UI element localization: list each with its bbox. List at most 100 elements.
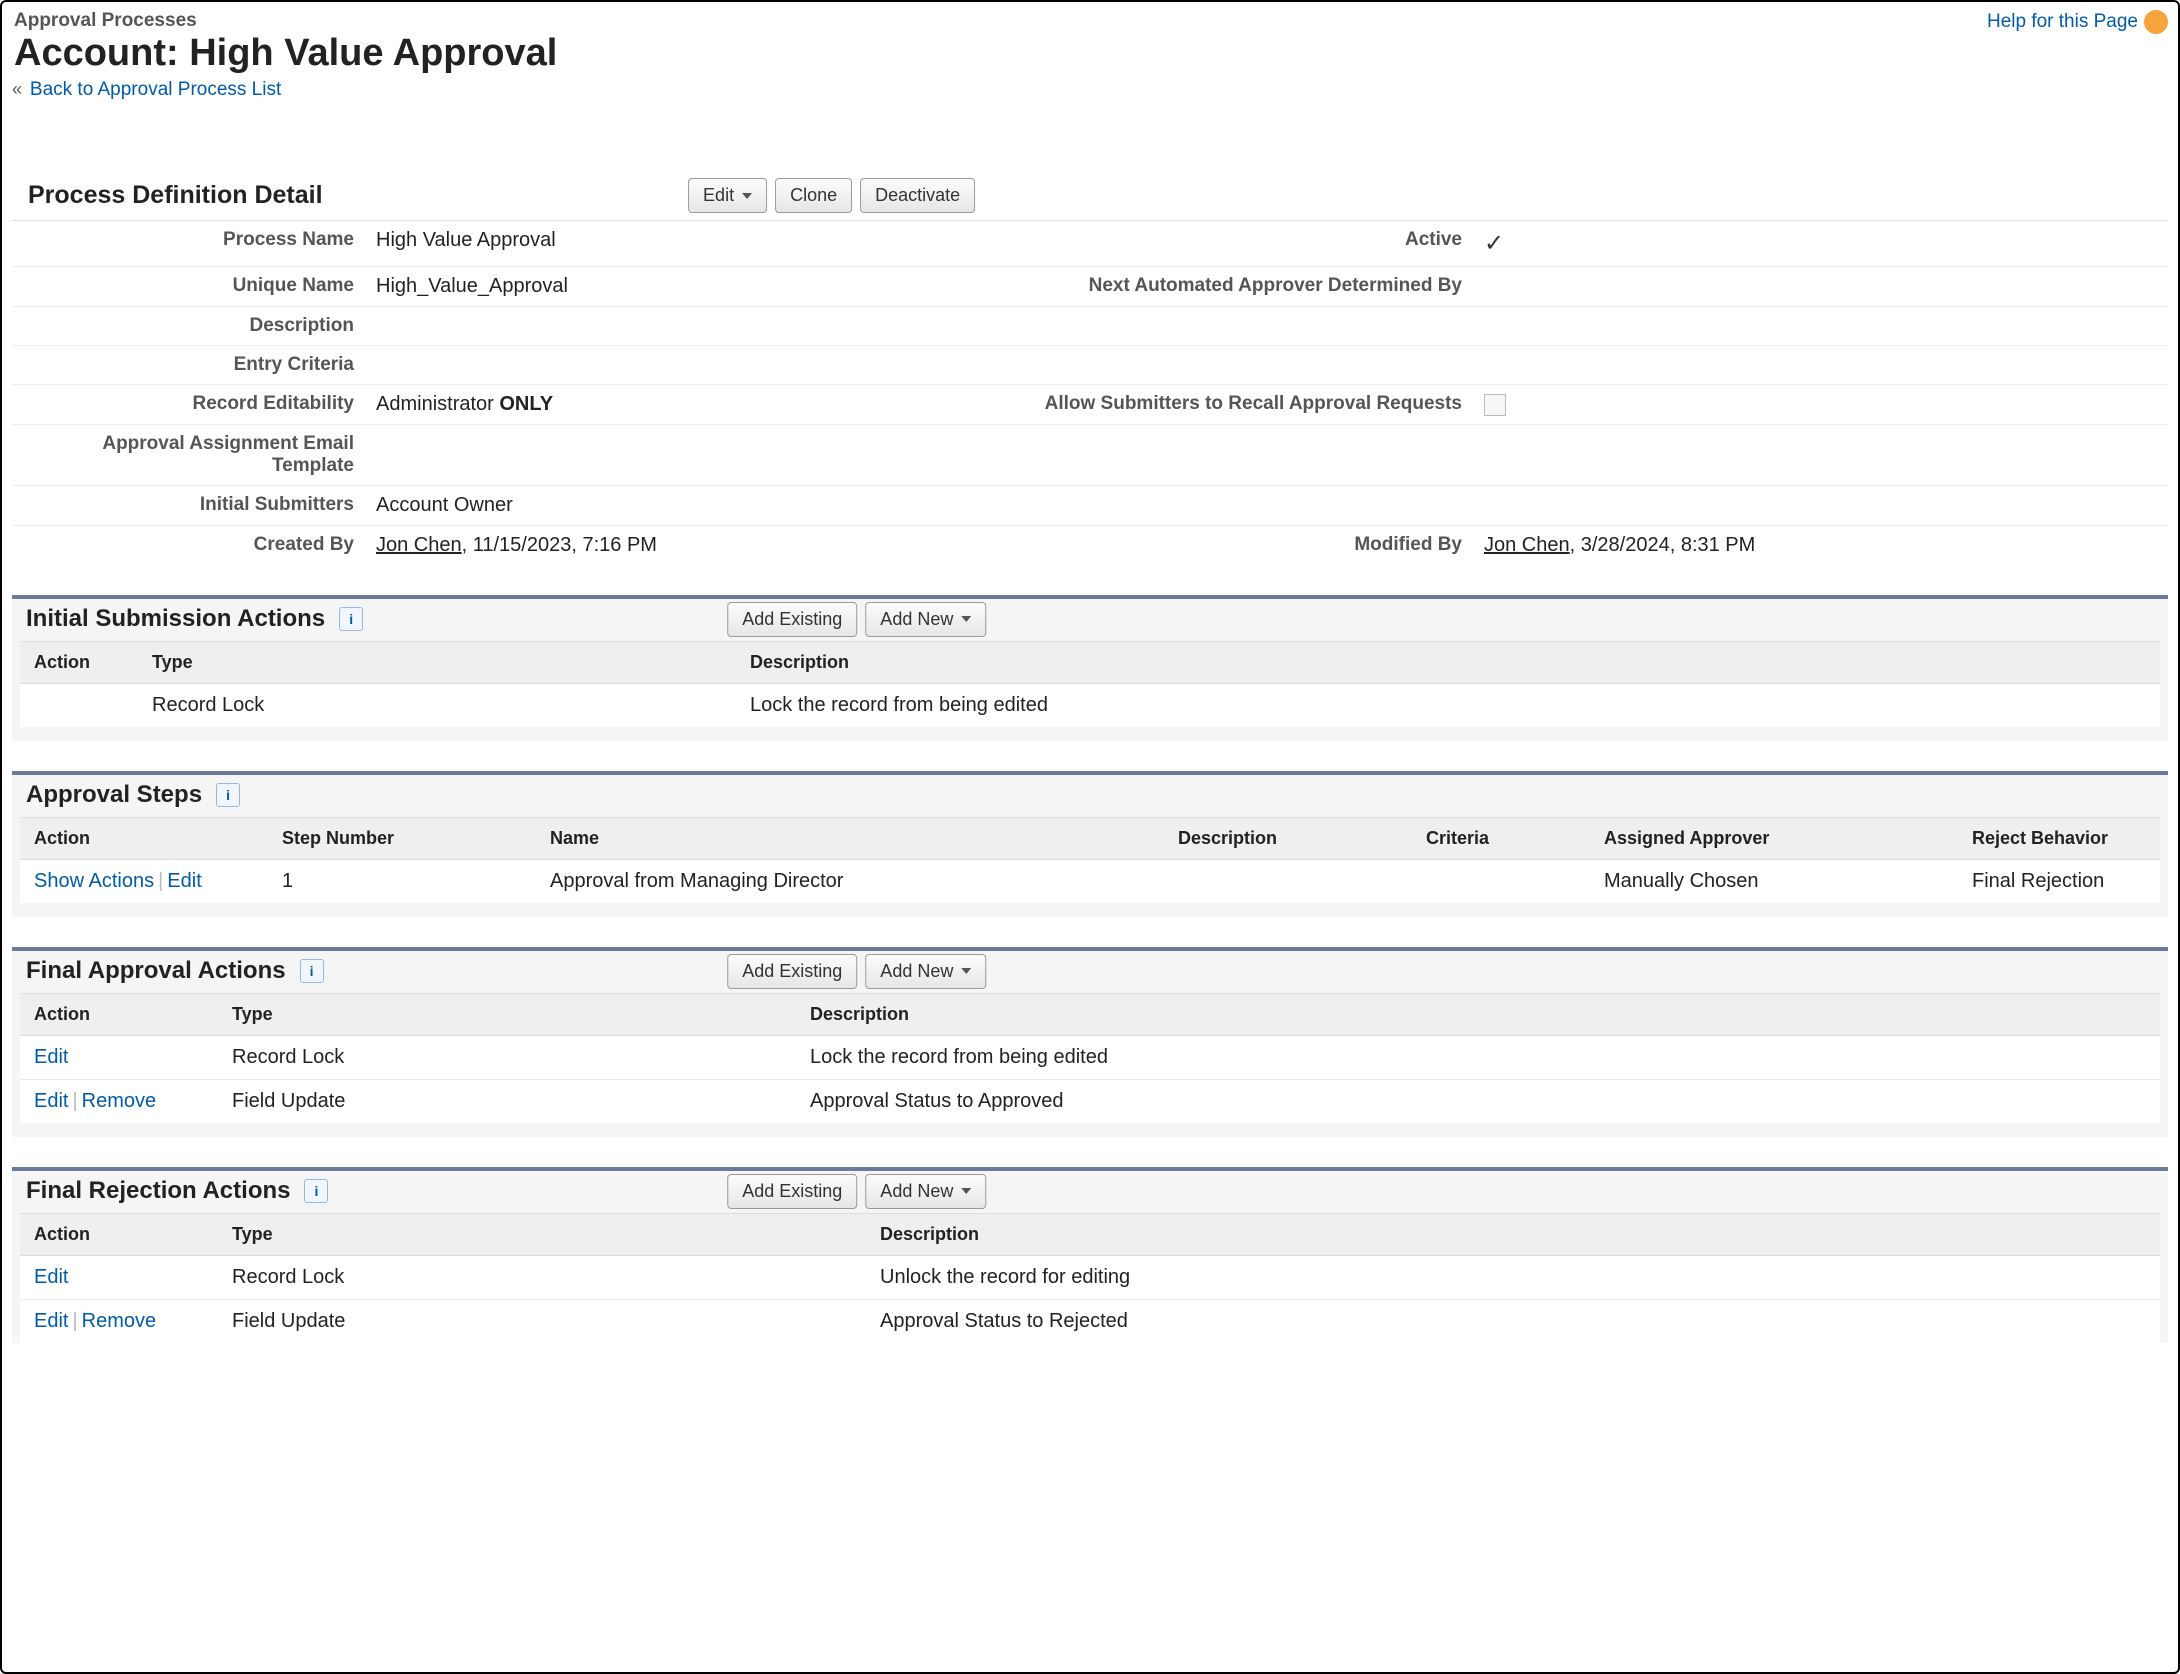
info-icon[interactable]: i [300, 959, 324, 983]
section-title-approval-steps: Approval Steps [26, 781, 202, 809]
cell-action: Edit|Remove [20, 1300, 218, 1344]
back-link[interactable]: Back to Approval Process List [26, 79, 281, 100]
deactivate-button[interactable]: Deactivate [860, 178, 975, 213]
table-row: Edit|Remove Field Update Approval Status… [20, 1080, 2160, 1124]
checkbox-unchecked-icon [1484, 394, 1506, 416]
caret-down-icon [961, 616, 971, 622]
edit-link[interactable]: Edit [34, 1310, 68, 1332]
col-assigned: Assigned Approver [1590, 818, 1958, 860]
edit-button[interactable]: Edit [688, 178, 767, 213]
cell-action: Edit [20, 1036, 218, 1080]
edit-link[interactable]: Edit [167, 870, 201, 892]
value-entry-criteria [372, 346, 2168, 384]
table-initial-submission: Action Type Description Record Lock Lock… [20, 641, 2160, 727]
value-initial-submitters: Account Owner [372, 486, 2168, 525]
cell-name: Approval from Managing Director [536, 860, 1164, 904]
col-action: Action [20, 642, 138, 684]
add-new-button[interactable]: Add New [865, 954, 986, 989]
label-allow-recall: Allow Submitters to Recall Approval Requ… [920, 385, 1480, 424]
cell-criteria [1412, 860, 1590, 904]
cell-step-number: 1 [268, 860, 536, 904]
clone-button[interactable]: Clone [775, 178, 852, 213]
col-action: Action [20, 818, 268, 860]
add-existing-button[interactable]: Add Existing [727, 954, 857, 989]
add-new-button[interactable]: Add New [865, 1174, 986, 1209]
table-row: Show Actions|Edit 1 Approval from Managi… [20, 860, 2160, 904]
add-existing-button[interactable]: Add Existing [727, 602, 857, 637]
cell-action: Edit|Remove [20, 1080, 218, 1124]
field-update-link[interactable]: Approval Status to Approved [810, 1090, 1064, 1112]
col-description: Description [796, 994, 2160, 1036]
col-action: Action [20, 1214, 218, 1256]
label-created-by: Created By [12, 526, 372, 565]
value-modified-by: Jon Chen, 3/28/2024, 8:31 PM [1480, 526, 2168, 565]
info-icon[interactable]: i [339, 607, 363, 631]
table-row: Edit|Remove Field Update Approval Status… [20, 1300, 2160, 1344]
cell-description: Approval Status to Approved [796, 1080, 2160, 1124]
panel-final-rejection: Final Rejection Actions i Add Existing A… [12, 1167, 2168, 1343]
label-initial-submitters: Initial Submitters [12, 486, 372, 525]
remove-link[interactable]: Remove [82, 1310, 156, 1332]
label-record-editability: Record Editability [12, 385, 372, 424]
show-actions-link[interactable]: Show Actions [34, 870, 154, 892]
cell-action: Edit [20, 1256, 218, 1300]
add-new-button[interactable]: Add New [865, 602, 986, 637]
cell-description: Lock the record from being edited [736, 684, 2160, 728]
info-icon[interactable]: i [216, 783, 240, 807]
help-link[interactable]: Help for this Page [1987, 11, 2138, 33]
section-title-initial-submission: Initial Submission Actions [26, 605, 325, 633]
cell-action [20, 684, 138, 728]
col-action: Action [20, 994, 218, 1036]
label-next-auto: Next Automated Approver Determined By [920, 267, 1480, 306]
cell-type: Record Lock [218, 1036, 796, 1080]
label-unique-name: Unique Name [12, 267, 372, 306]
back-arrow-icon: « [12, 79, 22, 99]
cell-type: Record Lock [138, 684, 736, 728]
remove-link[interactable]: Remove [82, 1090, 156, 1112]
value-record-editability: Administrator ONLY [372, 385, 920, 424]
label-description: Description [12, 307, 372, 345]
label-active: Active [920, 221, 1480, 266]
help-icon[interactable] [2144, 10, 2168, 34]
cell-type: Field Update [218, 1080, 796, 1124]
col-criteria: Criteria [1412, 818, 1590, 860]
cell-description [1164, 860, 1412, 904]
value-created-by: Jon Chen, 11/15/2023, 7:16 PM [372, 526, 920, 565]
add-existing-button[interactable]: Add Existing [727, 1174, 857, 1209]
field-update-link[interactable]: Approval Status to Rejected [880, 1310, 1128, 1332]
page-title: Account: High Value Approval [12, 32, 557, 75]
cell-type: Record Lock [218, 1256, 866, 1300]
info-icon[interactable]: i [304, 1179, 328, 1203]
col-name: Name [536, 818, 1164, 860]
value-next-auto [1480, 267, 2168, 306]
table-approval-steps: Action Step Number Name Description Crit… [20, 817, 2160, 903]
panel-initial-submission: Initial Submission Actions i Add Existin… [12, 595, 2168, 741]
value-unique-name: High_Value_Approval [372, 267, 920, 306]
table-row: Edit Record Lock Unlock the record for e… [20, 1256, 2160, 1300]
cell-assigned: Manually Chosen [1590, 860, 1958, 904]
col-reject: Reject Behavior [1958, 818, 2160, 860]
checkmark-icon: ✓ [1484, 230, 1504, 257]
table-final-rejection: Action Type Description Edit Record Lock… [20, 1213, 2160, 1343]
edit-link[interactable]: Edit [34, 1046, 68, 1068]
section-title-final-rejection: Final Rejection Actions [26, 1177, 290, 1205]
cell-type: Field Update [218, 1300, 866, 1344]
table-row: Record Lock Lock the record from being e… [20, 684, 2160, 728]
section-title-definition: Process Definition Detail [28, 181, 323, 210]
caret-down-icon [742, 193, 752, 199]
col-description: Description [866, 1214, 2160, 1256]
edit-link[interactable]: Edit [34, 1090, 68, 1112]
col-type: Type [218, 1214, 866, 1256]
label-entry-criteria: Entry Criteria [12, 346, 372, 384]
caret-down-icon [961, 968, 971, 974]
col-type: Type [138, 642, 736, 684]
value-allow-recall [1480, 385, 2168, 424]
label-modified-by: Modified By [920, 526, 1480, 565]
label-process-name: Process Name [12, 221, 372, 266]
edit-link[interactable]: Edit [34, 1266, 68, 1288]
table-row: Edit Record Lock Lock the record from be… [20, 1036, 2160, 1080]
section-title-final-approval: Final Approval Actions [26, 957, 286, 985]
value-process-name: High Value Approval [372, 221, 920, 266]
panel-approval-steps: Approval Steps i Action Step Number Name… [12, 771, 2168, 917]
panel-final-approval: Final Approval Actions i Add Existing Ad… [12, 947, 2168, 1137]
